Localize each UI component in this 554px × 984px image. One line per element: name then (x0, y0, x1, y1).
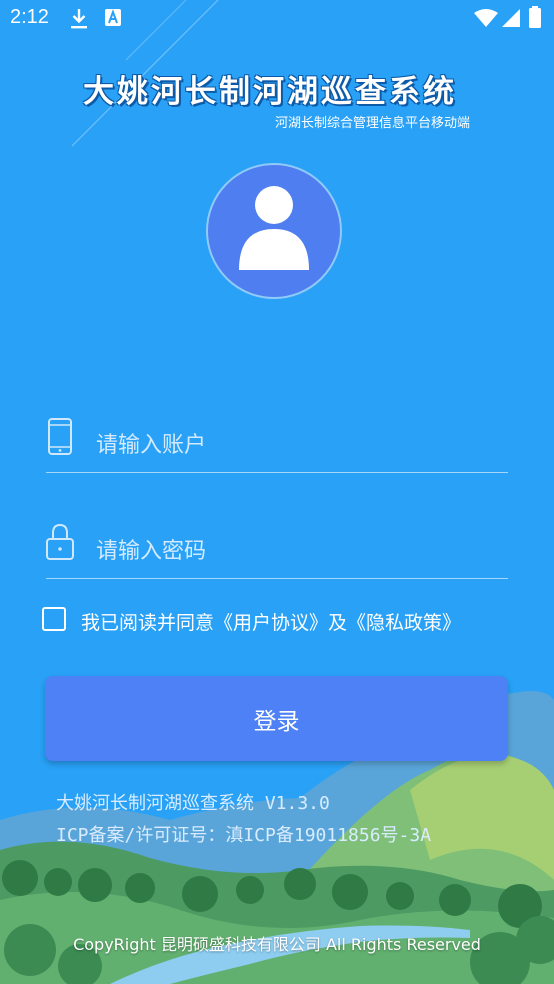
phone-icon (48, 418, 72, 455)
password-input[interactable] (94, 530, 498, 572)
wifi-icon (474, 9, 498, 27)
agreement-text[interactable]: 我已阅读并同意《用户协议》及《隐私政策》 (81, 608, 461, 635)
login-button[interactable]: 登录 (45, 676, 508, 761)
version-text: 大姚河长制河湖巡查系统 V1.3.0 (56, 793, 330, 814)
download-icon (71, 9, 87, 29)
app-subtitle: 河湖长制综合管理信息平台移动端 (274, 116, 470, 131)
battery-icon (529, 6, 541, 28)
app-title: 大姚河长制河湖巡查系统 (83, 74, 457, 110)
copyright-text: CopyRight 昆明硕盛科技有限公司 All Rights Reserved (73, 935, 481, 954)
avatar-person-icon (239, 186, 309, 270)
signal-icon (502, 9, 520, 27)
icp-text: ICP备案/许可证号：滇ICP备19011856号-3A (56, 825, 432, 846)
status-bar: 2:12 (0, 0, 554, 38)
password-field (46, 522, 508, 579)
account-field (46, 416, 508, 473)
agreement-checkbox[interactable] (42, 607, 66, 631)
avatar (206, 163, 342, 299)
text-badge-icon (105, 9, 121, 26)
status-time: 2:12 (10, 6, 49, 28)
lock-icon (46, 523, 74, 560)
account-input[interactable] (94, 424, 498, 466)
